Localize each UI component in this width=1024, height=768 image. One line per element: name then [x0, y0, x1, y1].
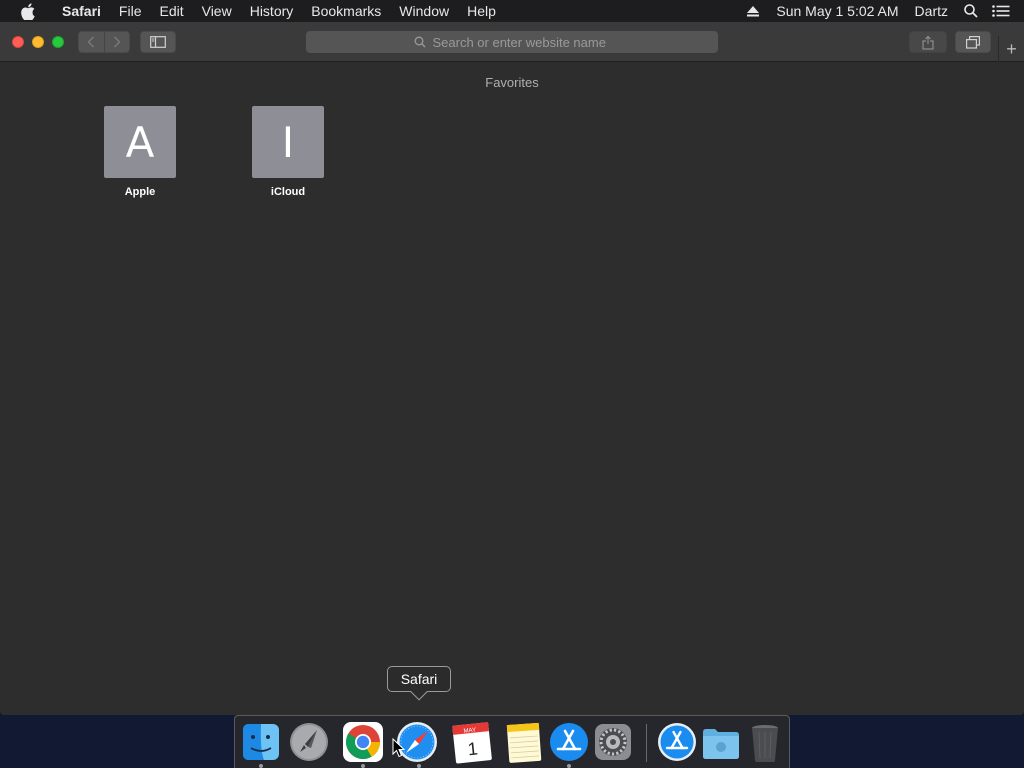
calendar-icon[interactable]: MAY 1 [449, 720, 493, 764]
address-bar[interactable] [306, 31, 718, 53]
menu-bar-user[interactable]: Dartz [907, 0, 956, 22]
window-close-button[interactable] [12, 36, 24, 48]
notes-icon[interactable] [501, 720, 545, 764]
favorite-icloud[interactable]: I iCloud [233, 106, 343, 198]
menu-bar-status-area: Sun May 1 5:02 AM Dartz [738, 0, 1024, 22]
window-zoom-button[interactable] [52, 36, 64, 48]
address-input[interactable] [430, 33, 611, 51]
search-icon [414, 36, 426, 48]
apple-menu-icon[interactable] [17, 0, 39, 22]
favorite-tile[interactable]: I [252, 106, 324, 178]
system-preferences-icon[interactable] [591, 720, 635, 764]
share-button[interactable] [909, 31, 947, 53]
svg-text:1: 1 [467, 738, 479, 759]
menu-edit[interactable]: Edit [150, 0, 192, 22]
favorites-page: Favorites A Apple I iCloud [0, 63, 1024, 715]
menu-bookmarks[interactable]: Bookmarks [302, 0, 390, 22]
favorite-tile[interactable]: A [104, 106, 176, 178]
menu-bar-clock[interactable]: Sun May 1 5:02 AM [768, 0, 906, 22]
folder-icon[interactable] [699, 720, 743, 764]
menu-help[interactable]: Help [458, 0, 505, 22]
favorite-apple[interactable]: A Apple [85, 106, 195, 198]
back-button[interactable] [79, 32, 104, 52]
show-all-tabs-button[interactable] [955, 31, 991, 53]
dock-tooltip: Safari [387, 666, 451, 701]
finder-icon[interactable] [239, 720, 283, 764]
running-indicator [259, 764, 263, 768]
launchpad-icon[interactable] [287, 720, 331, 764]
spotlight-search-icon[interactable] [956, 0, 986, 22]
chevron-right-icon [113, 36, 121, 48]
chevron-left-icon [87, 36, 95, 48]
tabs-overview-icon [966, 35, 980, 49]
share-icon [922, 35, 934, 50]
new-tab-button[interactable]: + [998, 36, 1024, 62]
running-indicator [567, 764, 571, 768]
favorite-label: Apple [124, 186, 156, 198]
menu-window[interactable]: Window [390, 0, 458, 22]
notification-center-icon[interactable] [986, 0, 1016, 22]
forward-button[interactable] [103, 32, 129, 52]
eject-icon[interactable] [738, 0, 768, 22]
app-store-downloads-icon[interactable] [655, 720, 699, 764]
app-store-icon[interactable] [547, 720, 591, 764]
dock: MAY 1 [234, 715, 790, 768]
menu-app-safari[interactable]: Safari [53, 0, 110, 22]
chrome-icon[interactable] [341, 720, 385, 764]
back-forward-group [78, 31, 130, 53]
dock-separator [646, 724, 647, 762]
running-indicator [361, 764, 365, 768]
safari-toolbar: + [0, 22, 1024, 62]
menu-bar: Safari File Edit View History Bookmarks … [0, 0, 1024, 22]
menu-file[interactable]: File [110, 0, 151, 22]
sidebar-icon [150, 36, 166, 48]
menu-history[interactable]: History [241, 0, 303, 22]
show-sidebar-button[interactable] [140, 31, 176, 53]
favorite-label: iCloud [270, 186, 306, 198]
menu-view[interactable]: View [193, 0, 241, 22]
mouse-cursor-icon [392, 738, 406, 758]
safari-window: + Favorites A Apple I iCloud [0, 22, 1024, 715]
running-indicator [417, 764, 421, 768]
trash-icon[interactable] [743, 720, 787, 764]
plus-icon: + [1006, 38, 1017, 59]
window-minimize-button[interactable] [32, 36, 44, 48]
favorites-heading: Favorites [485, 75, 539, 90]
